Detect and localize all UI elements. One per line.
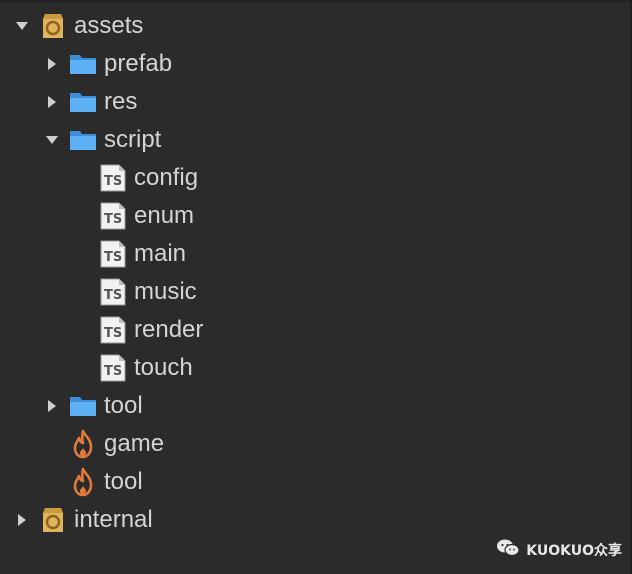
tree-item-label: internal [74,506,153,533]
tree-item-script[interactable]: script [0,121,630,159]
folder-icon [68,49,98,79]
expand-arrow-down-icon[interactable] [44,132,60,148]
ts-file-icon: TS [98,277,128,307]
expand-arrow-right-icon[interactable] [44,398,60,414]
ts-file-icon: TS [98,239,128,269]
ts-file-icon: TS [98,201,128,231]
expand-arrow-right-icon[interactable] [44,94,60,110]
svg-text:TS: TS [104,250,122,265]
asset-tree: assets prefab res script TS config TS en… [0,7,630,539]
tree-item-scene-game[interactable]: game [0,425,630,463]
folder-icon [68,391,98,421]
fire-icon [68,467,98,497]
tree-item-assets[interactable]: assets [0,7,630,45]
asset-db-icon [38,11,68,41]
tree-item-internal[interactable]: internal [0,501,630,539]
svg-text:TS: TS [104,288,122,303]
tree-item-scene-tool[interactable]: tool [0,463,630,501]
ts-file-icon: TS [98,353,128,383]
tree-item-label: render [134,316,204,343]
tree-item-file[interactable]: TS touch [0,349,630,387]
expand-arrow-right-icon[interactable] [44,56,60,72]
asset-panel: assets prefab res script TS config TS en… [0,0,632,574]
svg-text:TS: TS [104,212,122,227]
fire-icon [68,429,98,459]
tree-item-label: script [104,126,162,153]
tree-item-label: touch [134,354,193,381]
wechat-icon [496,538,520,562]
asset-db-icon [38,505,68,535]
tree-item-prefab[interactable]: prefab [0,45,630,83]
svg-text:TS: TS [104,174,122,189]
tree-item-label: enum [134,202,195,229]
tree-item-file[interactable]: TS music [0,273,630,311]
tree-item-label: prefab [104,50,173,77]
tree-item-label: res [104,88,138,115]
tree-item-label: music [134,278,197,305]
ts-file-icon: TS [98,315,128,345]
folder-icon [68,125,98,155]
expand-arrow-down-icon[interactable] [14,18,30,34]
watermark-text: KUOKUO众享 [526,543,622,559]
ts-file-icon: TS [98,163,128,193]
tree-item-label: main [134,240,187,267]
tree-item-label: tool [104,392,143,419]
tree-item-file[interactable]: TS enum [0,197,630,235]
expand-arrow-right-icon[interactable] [14,512,30,528]
tree-item-file[interactable]: TS render [0,311,630,349]
tree-item-label: assets [74,12,144,39]
tree-item-file[interactable]: TS main [0,235,630,273]
tree-item-label: tool [104,468,143,495]
svg-text:TS: TS [104,364,122,379]
folder-icon [68,87,98,117]
tree-item-label: game [104,430,165,457]
top-border [0,0,632,2]
tree-item-label: config [134,164,199,191]
tree-item-res[interactable]: res [0,83,630,121]
tree-item-file[interactable]: TS config [0,159,630,197]
svg-text:TS: TS [104,326,122,341]
watermark: KUOKUO众享 [496,538,622,562]
tree-item-tool-folder[interactable]: tool [0,387,630,425]
